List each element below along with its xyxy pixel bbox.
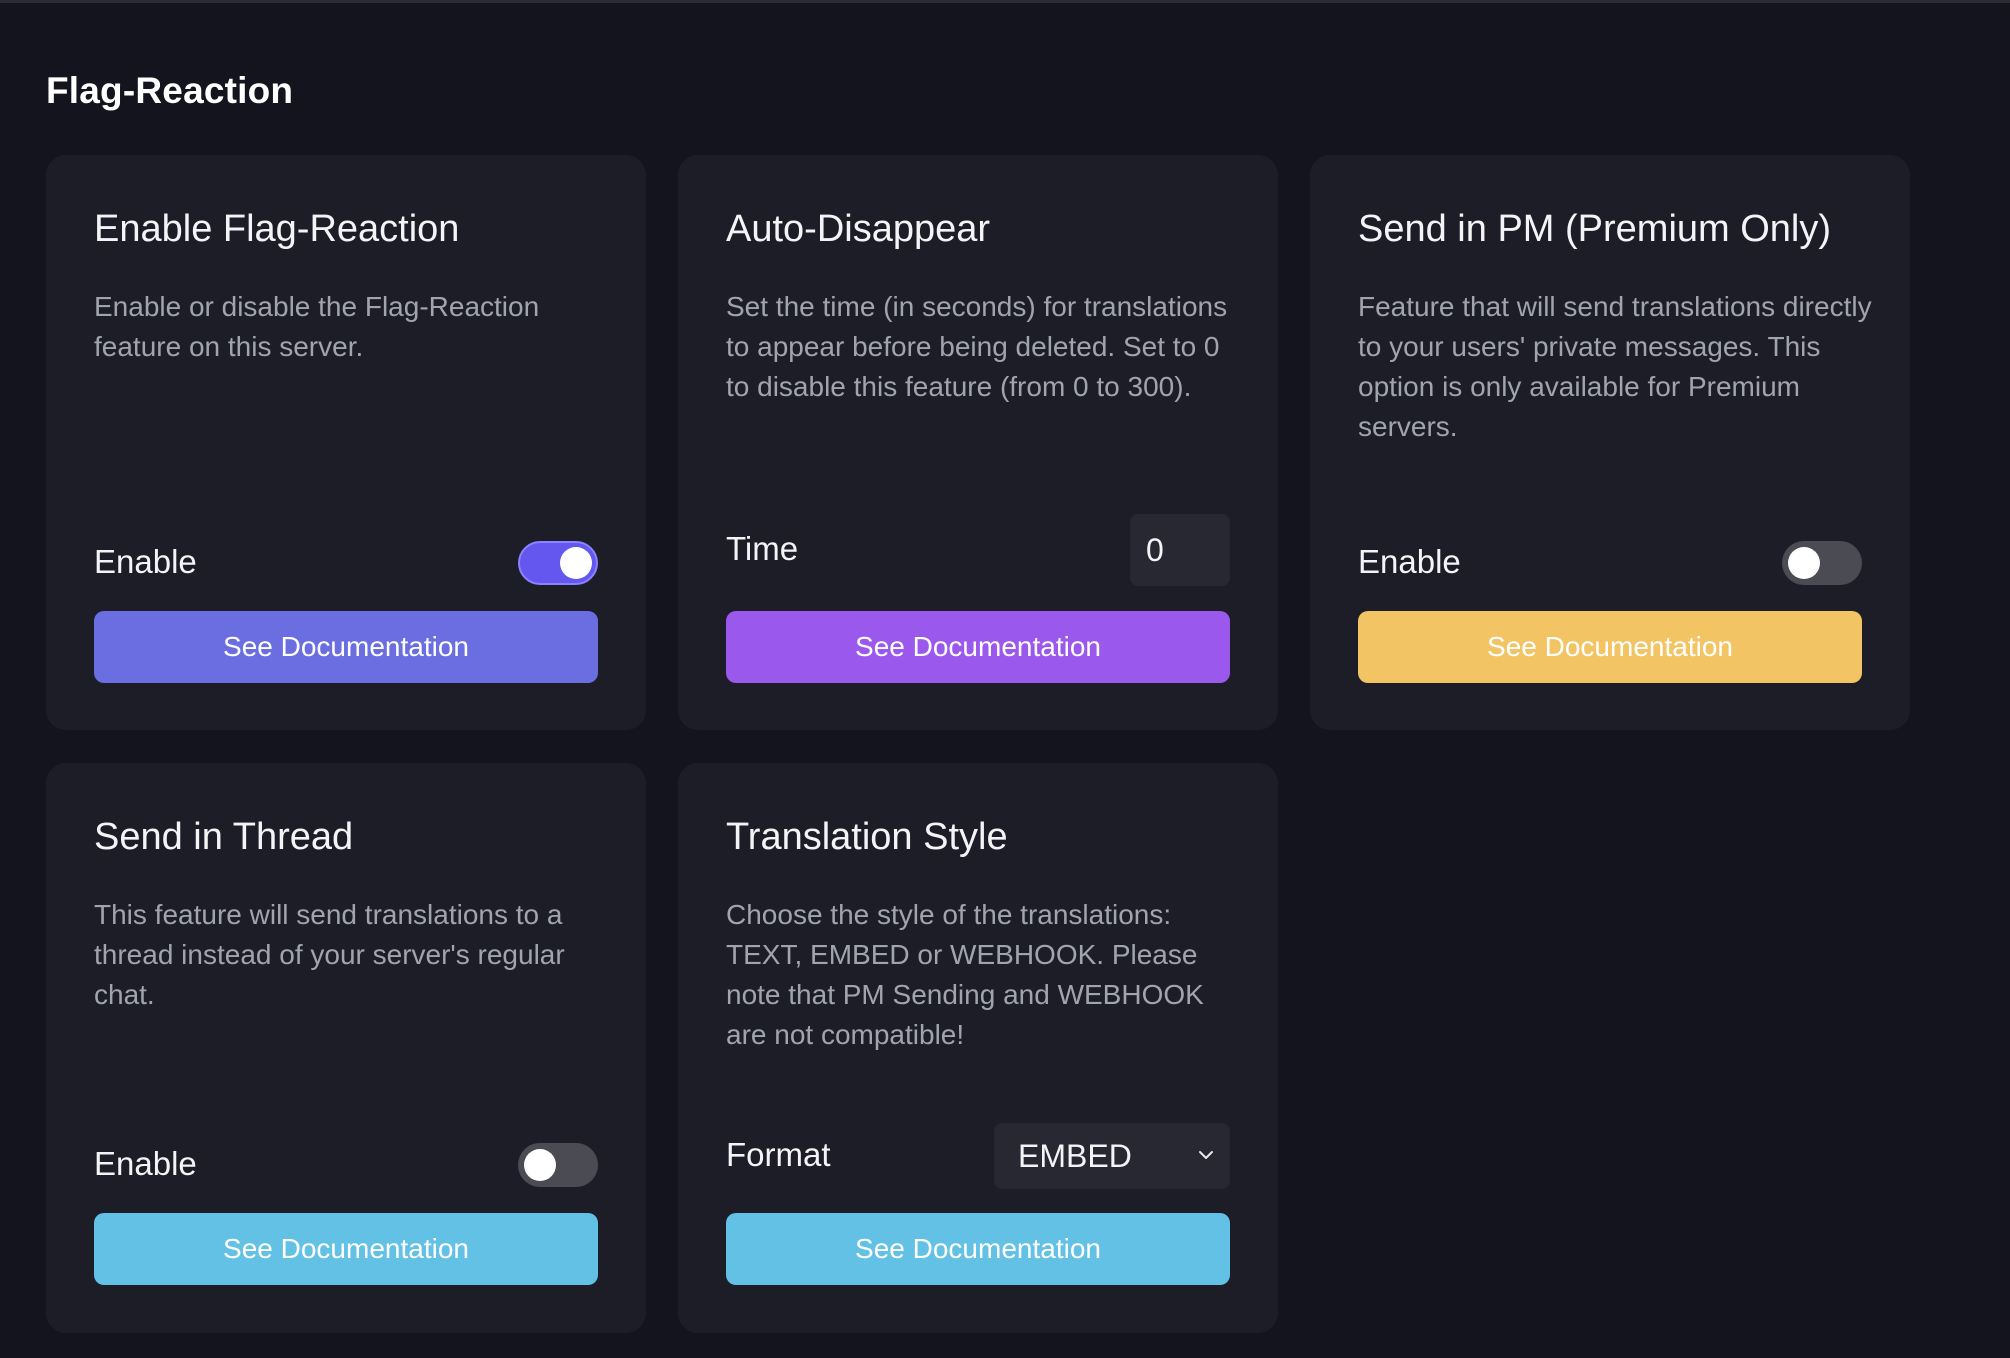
see-documentation-button[interactable]: See Documentation: [94, 611, 598, 683]
top-divider: [0, 0, 2010, 3]
card-description: Feature that will send translations dire…: [1358, 291, 1872, 442]
card-title: Enable Flag-Reaction: [94, 208, 460, 250]
card-translation-style: Translation Style Choose the style of th…: [678, 763, 1278, 1333]
send-in-thread-toggle[interactable]: [518, 1143, 598, 1187]
enable-label: Enable: [94, 543, 197, 580]
card-title: Send in Thread: [94, 816, 354, 858]
card-title: Send in PM (Premium Only): [1358, 208, 1832, 250]
format-label: Format: [726, 1136, 831, 1173]
card-auto-disappear: Auto-Disappear Set the time (in seconds)…: [678, 155, 1278, 730]
card-title: Auto-Disappear: [726, 208, 991, 250]
toggle-knob: [560, 547, 592, 579]
section-title: Flag-Reaction: [46, 70, 294, 111]
time-input[interactable]: 0: [1130, 514, 1230, 586]
card-description: Set the time (in seconds) for translatio…: [726, 291, 1228, 402]
card-description: Choose the style of the translations: TE…: [726, 899, 1204, 1050]
see-documentation-button[interactable]: See Documentation: [726, 611, 1230, 683]
enable-label: Enable: [94, 1145, 197, 1182]
card-send-in-thread: Send in Thread This feature will send tr…: [46, 763, 646, 1333]
card-title: Translation Style: [726, 816, 1008, 858]
card-send-in-pm: Send in PM (Premium Only) Feature that w…: [1310, 155, 1910, 730]
format-select-value: EMBED: [1018, 1138, 1132, 1174]
enable-label: Enable: [1358, 543, 1461, 580]
chevron-down-icon: [1199, 1151, 1213, 1159]
card-description: This feature will send translations to a…: [94, 899, 565, 1010]
toggle-knob: [524, 1149, 556, 1181]
see-documentation-button[interactable]: See Documentation: [94, 1213, 598, 1285]
format-select[interactable]: EMBED: [994, 1123, 1230, 1189]
send-in-pm-toggle[interactable]: [1782, 541, 1862, 585]
card-description: Enable or disable the Flag-Reaction feat…: [94, 291, 540, 362]
card-enable-flag-reaction: Enable Flag-Reaction Enable or disable t…: [46, 155, 646, 730]
time-label: Time: [726, 530, 799, 567]
see-documentation-button[interactable]: See Documentation: [1358, 611, 1862, 683]
toggle-knob: [1788, 547, 1820, 579]
see-documentation-button[interactable]: See Documentation: [726, 1213, 1230, 1285]
flag-reaction-enable-toggle[interactable]: [518, 541, 598, 585]
